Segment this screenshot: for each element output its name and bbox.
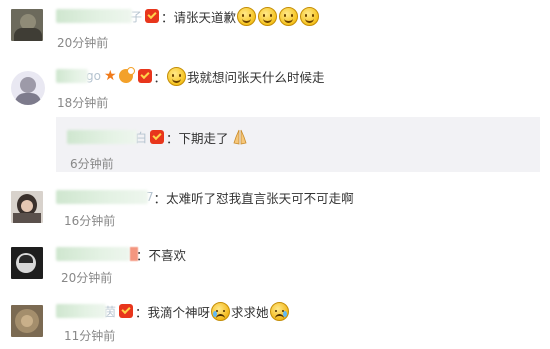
timestamp: 20分钟前	[61, 271, 113, 285]
username-blurred[interactable]	[67, 130, 137, 144]
comment-text: ：太难听了怼我直言张天可不可走啊	[153, 190, 354, 206]
username-blurred[interactable]	[56, 69, 88, 83]
comment-list: 子 ：请张天道歉 20分钟前 go ★ ： 我就想问张天什么时候走 18分钟前	[0, 0, 550, 349]
comment-text: 我就想问张天什么时候走	[187, 69, 325, 85]
timestamp: 18分钟前	[57, 96, 109, 110]
reply-text: ：下期走了	[166, 130, 229, 146]
avatar[interactable]	[11, 9, 43, 41]
username-blurred[interactable]	[56, 304, 106, 318]
comment-text-2: 求求她	[231, 304, 269, 320]
smile-emoji-icon	[258, 6, 278, 26]
timestamp: 20分钟前	[57, 36, 109, 50]
praying-hands-emoji-icon	[233, 129, 247, 145]
avatar[interactable]	[11, 71, 45, 105]
comment-text: ：不喜欢	[136, 247, 187, 263]
star-icon: ★	[103, 68, 117, 84]
smile-emoji-icon	[300, 6, 320, 26]
red-vip-badge-icon	[119, 304, 134, 318]
red-vip-badge-icon	[150, 130, 165, 144]
username-tail[interactable]: go	[86, 69, 101, 83]
comment-text: ：请张天道歉	[161, 9, 237, 25]
avatar[interactable]	[11, 305, 43, 337]
timestamp: 6分钟前	[70, 157, 114, 171]
red-vip-badge-icon	[145, 9, 160, 23]
member-badge-icon	[118, 67, 135, 83]
comment-text: ：我滴个神呀	[135, 304, 211, 320]
reply-thread: 白 ：下期走了 6分钟前	[56, 117, 540, 172]
avatar[interactable]	[11, 191, 43, 223]
name-decoration	[130, 247, 138, 261]
username-blurred[interactable]	[56, 190, 148, 204]
cry-emoji-icon	[211, 301, 231, 321]
timestamp: 11分钟前	[64, 329, 116, 343]
username-blurred[interactable]	[56, 247, 130, 261]
red-vip-badge-icon	[137, 69, 152, 83]
smile-emoji-icon	[167, 66, 187, 86]
username-blurred[interactable]	[56, 9, 132, 23]
smile-emoji-icon	[279, 6, 299, 26]
cry-emoji-icon	[269, 301, 289, 321]
smile-emoji-icon	[237, 6, 257, 26]
timestamp: 16分钟前	[64, 214, 116, 228]
avatar[interactable]	[11, 247, 43, 279]
